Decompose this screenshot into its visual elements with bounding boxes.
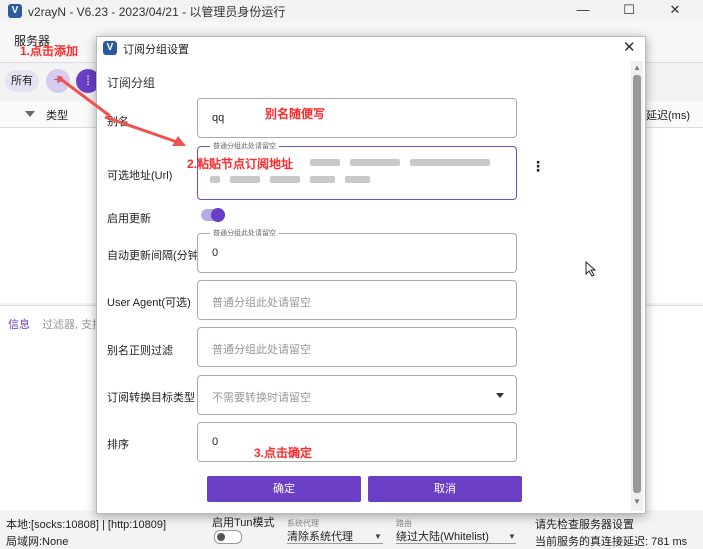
add-group-button[interactable]: +	[46, 69, 70, 93]
alias-filter-placeholder: 普通分组此处请留空	[212, 344, 311, 356]
lan-text: 局域网:None	[6, 536, 69, 548]
v2rayn-logo-icon: V	[8, 4, 22, 18]
tun-mode-toggle[interactable]	[214, 530, 242, 544]
close-button[interactable]: ✕	[652, 0, 698, 22]
user-agent-label: User Agent(可选)	[107, 297, 191, 309]
auto-interval-value: 0	[212, 247, 219, 259]
scrollbar-thumb[interactable]	[633, 75, 641, 493]
convert-target-select[interactable]: 不需要转换时请留空	[197, 375, 517, 415]
alias-filter-field[interactable]: 普通分组此处请留空	[197, 327, 517, 367]
url-text-line	[210, 176, 370, 184]
sort-label: 排序	[107, 439, 129, 451]
title-bar: V v2rayN - V6.23 - 2023/04/21 - 以管理员身份运行…	[0, 0, 703, 22]
alias-label: 别名	[107, 116, 129, 128]
dialog-title-bar: V 订阅分组设置 ✕	[97, 37, 645, 59]
annotation-alias-hint: 别名随便写	[265, 107, 326, 121]
column-type[interactable]: 类型	[46, 107, 68, 123]
local-ports-text: 本地:[socks:10808] | [http:10809]	[6, 519, 167, 531]
more-options-icon[interactable]: ⋮	[531, 159, 545, 173]
chevron-down-icon: ▼	[374, 532, 382, 541]
status-bar: 本地:[socks:10808] | [http:10809] 局域网:None…	[0, 510, 703, 549]
convert-target-label: 订阅转换目标类型	[107, 392, 195, 404]
auto-interval-float-label: 普通分组此处请留空	[210, 228, 279, 238]
latency-message: 当前服务的真连接延迟: 781 ms	[535, 536, 688, 548]
annotation-step1: 1.点击添加	[20, 44, 79, 58]
maximize-button[interactable]: ☐	[606, 0, 652, 22]
enable-update-label: 启用更新	[107, 213, 151, 225]
convert-target-placeholder: 不需要转换时请留空	[212, 392, 311, 404]
routing-underline	[396, 543, 516, 544]
alias-value: qq	[212, 112, 225, 124]
sysproxy-underline	[287, 543, 383, 544]
auto-interval-label: 自动更新间隔(分钟)	[107, 250, 203, 262]
check-message: 请先检查服务器设置	[535, 519, 634, 531]
ok-button[interactable]: 确定	[207, 476, 361, 502]
sysproxy-select[interactable]: 清除系统代理	[287, 528, 353, 544]
tun-mode-label: 启用Tun模式	[212, 517, 275, 529]
dialog-title: 订阅分组设置	[123, 44, 189, 56]
toggle-knob	[211, 208, 225, 222]
url-label: 可选地址(Url)	[107, 170, 173, 182]
log-filter-input[interactable]: 过滤器, 支持	[42, 316, 103, 332]
annotation-step3: 3.点击确定	[254, 446, 313, 460]
auto-interval-field[interactable]: 普通分组此处请留空 0	[197, 228, 517, 273]
alias-field[interactable]: qq	[197, 98, 517, 138]
window-title: v2rayN - V6.23 - 2023/04/21 - 以管理员身份运行	[28, 5, 286, 19]
dropdown-arrow-icon	[496, 393, 504, 398]
section-title: 订阅分组	[107, 76, 156, 90]
all-groups-button[interactable]: 所有	[5, 70, 39, 92]
sort-value: 0	[212, 436, 219, 448]
cancel-button[interactable]: 取消	[368, 476, 522, 502]
mouse-cursor-icon	[585, 261, 597, 277]
alias-filter-label: 别名正则过滤	[107, 345, 173, 357]
scroll-up-icon[interactable]: ▲	[633, 63, 641, 72]
column-delay[interactable]: 延迟(ms)	[646, 107, 690, 123]
chevron-down-icon: ▼	[508, 532, 516, 541]
minimize-button[interactable]: —	[560, 0, 606, 22]
tab-info[interactable]: 信息	[8, 316, 30, 332]
annotation-step2: 2.粘贴节点订阅地址	[187, 157, 294, 171]
sort-field[interactable]: 0	[197, 422, 517, 462]
subscription-group-dialog: V 订阅分组设置 ✕ 订阅分组 别名 qq 可选地址(Url) 普通分组此处请留…	[96, 36, 646, 514]
routing-select[interactable]: 绕过大陆(Whitelist)	[396, 528, 489, 544]
scroll-down-icon[interactable]: ▼	[633, 497, 641, 506]
user-agent-field[interactable]: 普通分组此处请留空	[197, 280, 517, 320]
v2rayn-logo-icon: V	[103, 41, 117, 55]
sort-arrow-icon[interactable]	[25, 111, 35, 117]
user-agent-placeholder: 普通分组此处请留空	[212, 297, 311, 309]
url-float-label: 普通分组此处请留空	[210, 141, 279, 151]
dialog-close-button[interactable]: ✕	[623, 38, 636, 56]
